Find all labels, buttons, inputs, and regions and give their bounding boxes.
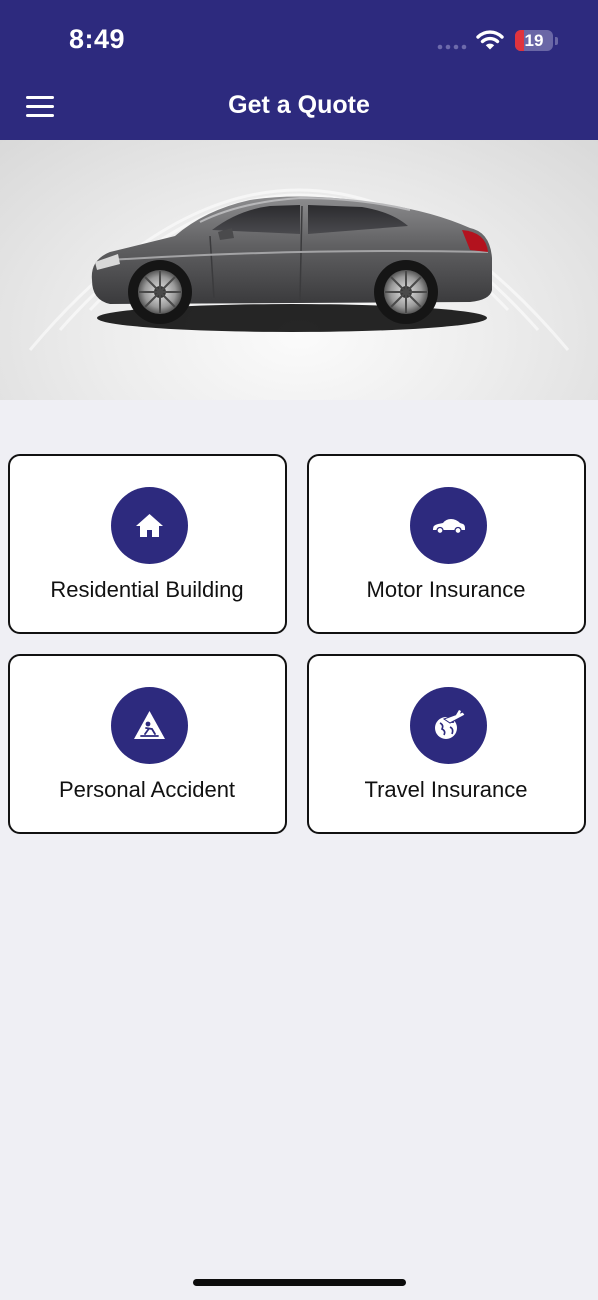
personal-accident-card[interactable]: Personal Accident bbox=[8, 654, 287, 834]
battery-level-text: 19 bbox=[524, 31, 544, 50]
card-label: Personal Accident bbox=[58, 777, 236, 802]
card-label: Travel Insurance bbox=[364, 777, 528, 802]
card-icon-circle bbox=[410, 487, 487, 564]
battery-indicator: 19 bbox=[515, 30, 553, 51]
residential-building-card[interactable]: Residential Building bbox=[8, 454, 287, 634]
globe-plane-icon bbox=[435, 710, 466, 739]
app-header: 8:49 19 Get a Quote bbox=[0, 0, 598, 140]
status-time: 8:49 bbox=[69, 24, 126, 54]
travel-insurance-card[interactable]: Travel Insurance bbox=[307, 654, 586, 834]
house-icon bbox=[136, 514, 163, 537]
accident-warning-icon bbox=[134, 711, 165, 739]
card-label: Residential Building bbox=[50, 577, 244, 602]
card-icon-circle bbox=[410, 687, 487, 764]
wifi-icon bbox=[476, 30, 504, 50]
banner-image bbox=[0, 140, 598, 400]
card-icon-circle bbox=[111, 487, 188, 564]
card-label: Motor Insurance bbox=[366, 577, 526, 602]
motor-insurance-card[interactable]: Motor Insurance bbox=[307, 454, 586, 634]
car-icon bbox=[433, 519, 465, 535]
home-indicator[interactable] bbox=[193, 1279, 406, 1286]
cellular-signal-icon bbox=[437, 44, 467, 50]
page-title: Get a Quote bbox=[228, 91, 370, 119]
car-illustration bbox=[28, 188, 570, 351]
card-icon-circle bbox=[111, 687, 188, 764]
battery-tip bbox=[555, 37, 558, 45]
